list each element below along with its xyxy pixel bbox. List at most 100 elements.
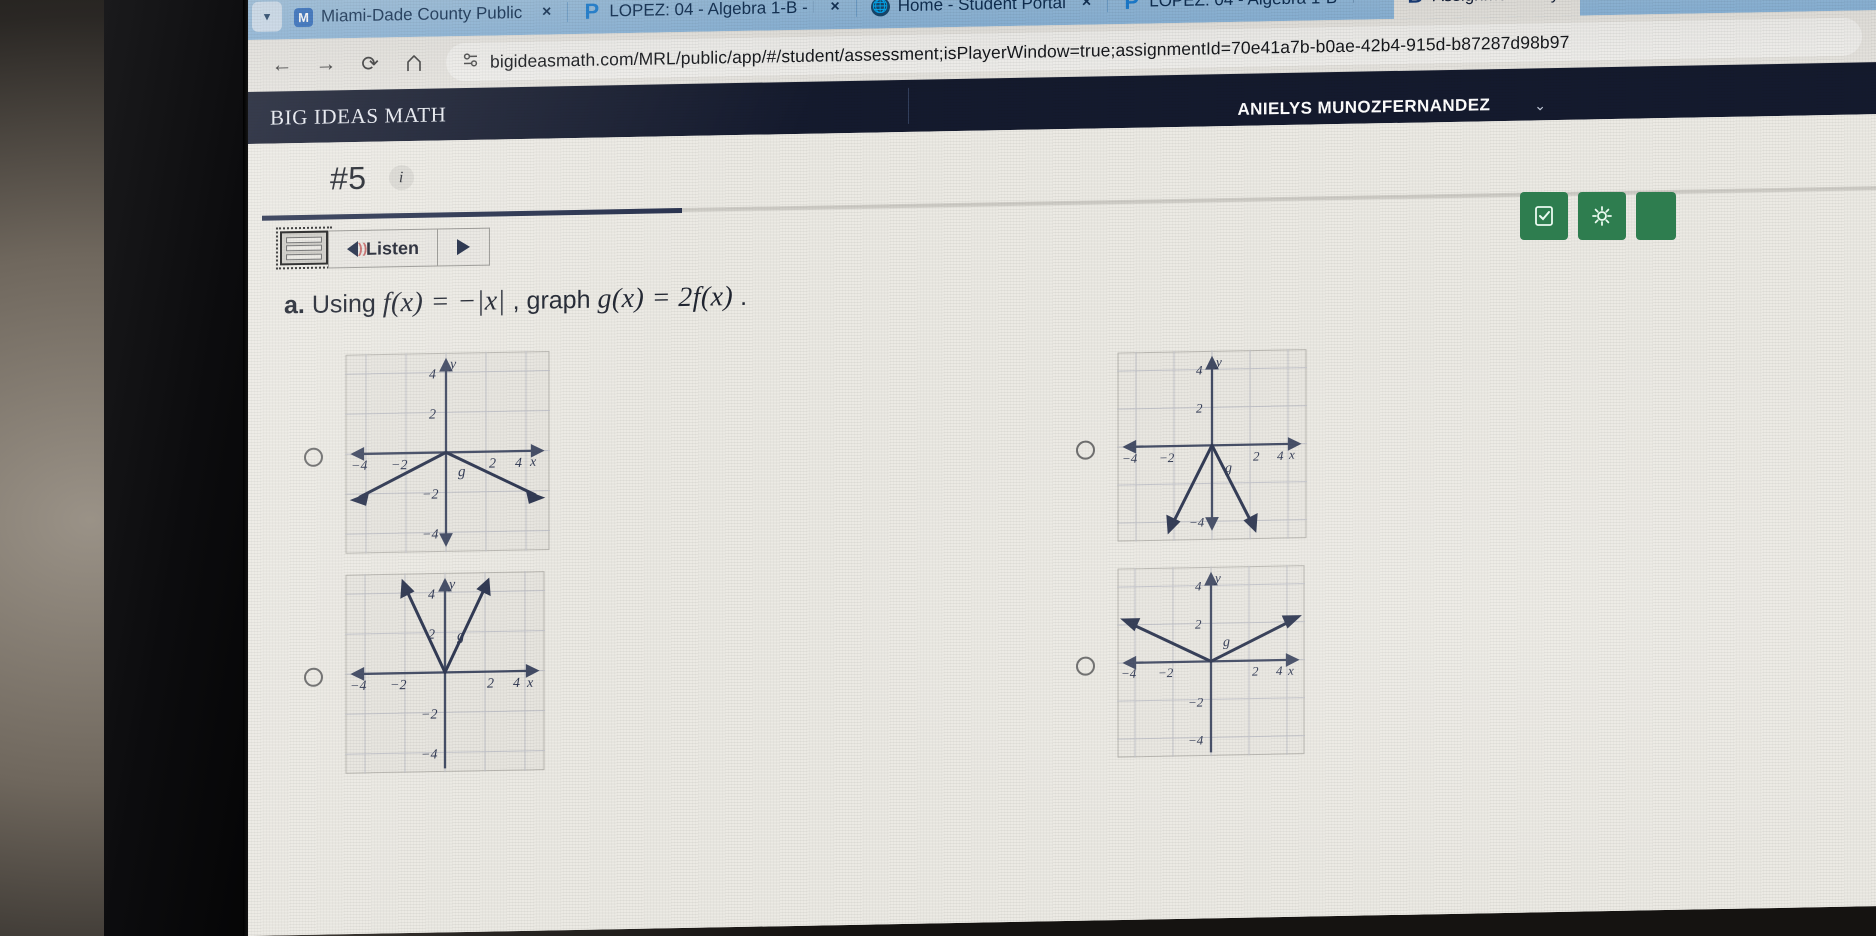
x-axis-label: x (526, 676, 534, 691)
curve-label-g: g (457, 628, 465, 644)
answer-option-c[interactable]: y x g −4 −2 2 4 4 2 −2 −4 (304, 570, 545, 780)
y-axis-label: y (447, 577, 456, 592)
browser-tab-title: Home - Student Portal (897, 0, 1066, 16)
function-f-definition: f(x) = −|x| (382, 285, 506, 319)
speaker-icon (346, 240, 358, 258)
keypad-row (286, 236, 322, 243)
listen-label: Listen (365, 237, 419, 259)
y-tick--2: −2 (421, 708, 437, 723)
tab-close-icon[interactable]: × (822, 0, 847, 16)
chevron-down-icon[interactable]: ⌄ (1534, 97, 1546, 114)
radio-button-b[interactable] (1076, 440, 1095, 460)
radio-button-a[interactable] (304, 447, 323, 467)
y-axis-label: y (448, 357, 457, 372)
y-tick-2: 2 (1195, 617, 1202, 632)
keypad-tool-button[interactable] (276, 226, 332, 270)
tab-close-icon[interactable]: × (1074, 0, 1099, 12)
graph-c[interactable]: y x g −4 −2 2 4 4 2 −2 −4 (345, 570, 545, 780)
x-tick-4: 4 (515, 456, 522, 471)
tab-close-icon[interactable]: × (534, 3, 559, 21)
graph-d[interactable]: y x g −4 −2 2 4 4 2 −2 −4 (1117, 564, 1305, 763)
x-tick--2: −2 (1159, 450, 1175, 465)
y-tick-2: 2 (428, 628, 435, 643)
brand-logo: BIG IDEAS MATH (270, 101, 447, 130)
tab-separator (1107, 0, 1109, 13)
monitor-screen: ▾ M Miami-Dade County Public S × P LOPEZ… (248, 0, 1876, 936)
next-question-button[interactable] (1636, 192, 1676, 240)
keypad-row (286, 253, 322, 260)
x-tick-2: 2 (489, 456, 496, 471)
play-icon (457, 238, 470, 256)
radio-button-d[interactable] (1076, 656, 1095, 676)
y-axis-label: y (1214, 354, 1222, 369)
header-divider (908, 87, 909, 124)
forward-icon[interactable]: → (306, 44, 346, 85)
powerschool-favicon-icon: P (584, 0, 600, 24)
question-toolbar: Listen (276, 226, 490, 270)
question-prompt: a. Using f(x) = −|x| , graph g(x) = 2f(x… (284, 281, 747, 321)
prompt-lead-text: Using (311, 289, 376, 319)
x-tick--4: −4 (1122, 451, 1138, 466)
question-header: #5 i (330, 159, 414, 198)
y-tick-4: 4 (1196, 362, 1203, 377)
x-tick-4: 4 (513, 676, 520, 691)
question-number: #5 (330, 159, 367, 197)
answer-option-b[interactable]: y x g −4 −2 2 4 4 2 −4 (1076, 348, 1307, 548)
y-tick--4: −4 (422, 528, 438, 543)
user-menu[interactable]: ANIELYS MUNOZFERNANDEZ ⌄ (1237, 68, 1546, 126)
y-tick-4: 4 (429, 368, 436, 383)
user-name-label: ANIELYS MUNOZFERNANDEZ (1237, 95, 1491, 119)
x-tick-4: 4 (1277, 448, 1284, 463)
tab-search-chevron-icon[interactable]: ▾ (252, 1, 282, 32)
graph-b[interactable]: y x g −4 −2 2 4 4 2 −4 (1117, 348, 1307, 547)
settings-gear-button[interactable] (1578, 192, 1626, 240)
y-tick-4: 4 (1195, 579, 1202, 594)
browser-tab-title: LOPEZ: 04 - Algebra 1-B - B1 (609, 0, 815, 21)
browser-tab-title: LOPEZ: 04 - Algebra 1-B - B1 (1149, 0, 1354, 11)
site-settings-icon[interactable] (462, 50, 480, 73)
curve-label-g: g (1223, 635, 1230, 650)
reload-icon[interactable]: ⟳ (350, 43, 390, 84)
x-tick-4: 4 (1276, 663, 1283, 678)
curve-label-g: g (458, 464, 466, 480)
browser-tab-title: Miami-Dade County Public S (321, 2, 526, 26)
x-tick--2: −2 (1158, 665, 1174, 680)
y-tick--2: −2 (1188, 694, 1204, 709)
listen-button[interactable]: Listen (328, 228, 438, 269)
y-axis-label: y (1213, 570, 1221, 585)
powerschool-favicon-icon: P (1124, 0, 1140, 14)
prompt-part-label: a. (284, 290, 305, 320)
browser-tab-0[interactable]: M Miami-Dade County Public S × (282, 0, 565, 39)
x-tick--4: −4 (1121, 666, 1137, 681)
x-tick-2: 2 (1253, 448, 1260, 463)
x-tick--2: −2 (390, 678, 406, 693)
tab-close-icon[interactable]: × (1362, 0, 1387, 7)
mdcps-favicon-icon: M (294, 7, 313, 27)
radio-button-c[interactable] (304, 667, 323, 687)
assessment-content: #5 i Listen a. Using f(x) = −|x| , graph (248, 114, 1876, 936)
y-tick--4: −4 (421, 748, 437, 763)
y-tick-2: 2 (1196, 400, 1203, 415)
x-axis-label: x (1287, 663, 1294, 678)
tab-separator (567, 2, 569, 23)
graph-a[interactable]: y x g −4 −2 2 4 4 2 −2 −4 (345, 350, 550, 559)
x-tick-2: 2 (487, 676, 494, 691)
y-tick--2: −2 (422, 488, 438, 503)
x-axis-label: x (529, 455, 537, 470)
info-icon[interactable]: i (388, 164, 414, 191)
prompt-period: . (740, 282, 748, 311)
bigideas-favicon-icon: B (1406, 0, 1425, 8)
y-tick--4: −4 (1189, 514, 1205, 529)
x-tick--4: −4 (351, 459, 367, 474)
home-icon[interactable] (394, 43, 434, 84)
progress-fill (262, 208, 682, 221)
play-button[interactable] (438, 227, 490, 267)
back-icon[interactable]: ← (262, 45, 302, 86)
answer-option-a[interactable]: y x g −4 −2 2 4 4 2 −2 −4 (304, 350, 550, 560)
x-axis-label: x (1288, 447, 1295, 462)
check-answer-button[interactable] (1520, 192, 1568, 240)
answer-option-d[interactable]: y x g −4 −2 2 4 4 2 −2 −4 (1076, 564, 1305, 764)
y-tick-4: 4 (428, 588, 435, 603)
x-tick--2: −2 (391, 458, 407, 473)
x-tick-2: 2 (1252, 663, 1259, 678)
